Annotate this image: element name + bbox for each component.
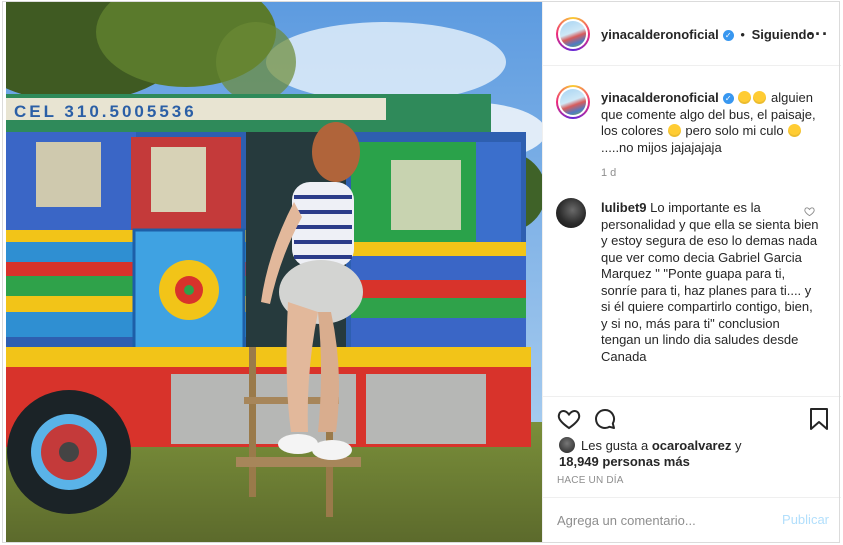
likes-prefix: Les gusta a xyxy=(581,438,649,453)
liker-avatar[interactable] xyxy=(559,437,575,453)
post-actions: Les gusta a ocaroalvarez y 18,949 person… xyxy=(543,396,841,543)
following-button[interactable]: Siguiendo xyxy=(752,27,815,42)
bus-sign-text: CEL 310.5005536 xyxy=(14,102,197,121)
verified-badge-icon: ✓ xyxy=(722,30,734,42)
publish-button[interactable]: Publicar xyxy=(782,512,829,527)
post-photo[interactable]: CEL 310.5005536 xyxy=(6,2,542,543)
comment-like-heart-icon[interactable] xyxy=(804,206,815,217)
heart-eyes-emoji-icon xyxy=(738,91,752,104)
comment-icon[interactable] xyxy=(593,407,617,431)
likes-summary: Les gusta a ocaroalvarez y 18,949 person… xyxy=(559,437,741,470)
caption-username[interactable]: yinacalderonoficial xyxy=(601,90,719,105)
separator-dot: • xyxy=(740,27,745,42)
caption-line-2: pero solo mi culo xyxy=(685,123,784,138)
comment-body: lulibet9 Lo importante es la personalida… xyxy=(601,200,821,365)
post-details-panel: yinacalderonoficial ✓ • Siguiendo ··· yin… xyxy=(542,2,841,543)
add-comment-bar: Publicar xyxy=(543,497,841,542)
likes-conjunction: y xyxy=(734,438,742,453)
caption-timestamp[interactable]: 1 d xyxy=(601,167,616,179)
author-username[interactable]: yinacalderonoficial xyxy=(601,27,719,42)
caption-author-avatar[interactable] xyxy=(556,85,590,119)
more-options-icon[interactable]: ··· xyxy=(808,24,829,45)
author-name-line: yinacalderonoficial ✓ • Siguiendo xyxy=(601,27,814,42)
liker-username[interactable]: ocaroalvarez xyxy=(652,438,732,453)
comments-section: yinacalderonoficial ✓ alguien que comente… xyxy=(543,66,841,396)
post-timestamp[interactable]: HACE UN DÍA xyxy=(557,475,624,486)
post-header: yinacalderonoficial ✓ • Siguiendo ··· xyxy=(543,2,841,66)
commenter-username[interactable]: lulibet9 xyxy=(601,200,647,215)
grinning-emoji-icon xyxy=(667,124,681,137)
comment-text: Lo importante es la personalidad y que e… xyxy=(601,200,819,364)
heart-icon[interactable] xyxy=(557,407,581,431)
comment-input[interactable] xyxy=(555,506,759,534)
likes-count[interactable]: 18,949 personas más xyxy=(559,454,690,469)
caption-verified-badge-icon: ✓ xyxy=(722,93,734,105)
bookmark-icon[interactable] xyxy=(809,407,829,431)
frowning-emoji-icon xyxy=(788,124,802,137)
commenter-avatar[interactable] xyxy=(556,198,586,228)
post-caption: yinacalderonoficial ✓ alguien que comente… xyxy=(601,90,821,156)
heart-eyes-emoji-icon xyxy=(753,91,767,104)
author-avatar[interactable] xyxy=(556,17,590,51)
caption-line-3: .....no mijos jajajajaja xyxy=(601,139,722,155)
